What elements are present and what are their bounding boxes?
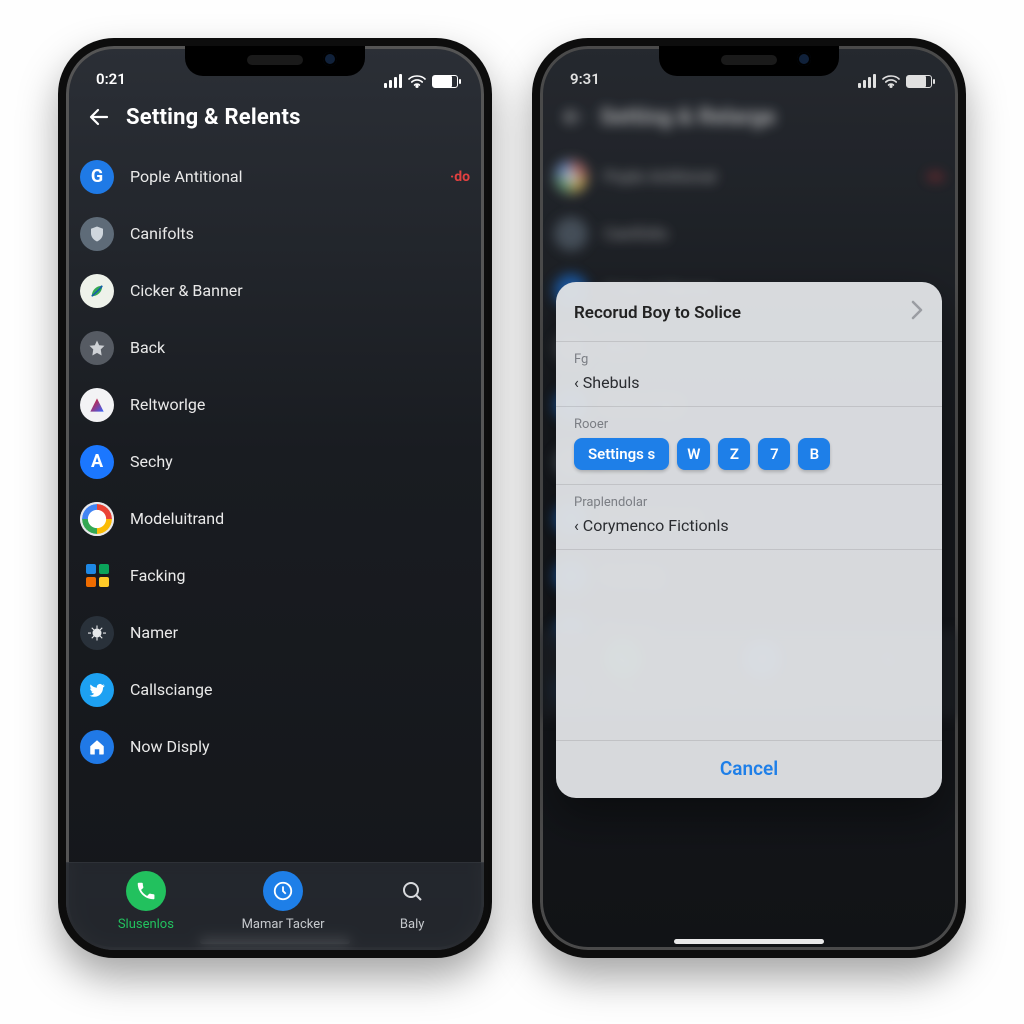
- section-key: Praplendolar: [574, 495, 924, 510]
- status-time: 0:21: [96, 70, 126, 88]
- tab-label: Slusenlos: [118, 917, 174, 932]
- list-item[interactable]: Modeluitrand: [80, 490, 470, 547]
- list-item-label: Callsciange: [130, 680, 470, 699]
- list-item-label: Cicker & Banner: [130, 281, 470, 300]
- list-item[interactable]: G Pople Antitional ·do: [80, 148, 470, 205]
- star-icon: [80, 331, 114, 365]
- chip-settings[interactable]: Settings s: [574, 438, 669, 470]
- action-sheet: Recorud Boy to Solice Fg ‹ Shebuls Rooer…: [556, 282, 942, 798]
- house-icon: [80, 730, 114, 764]
- list-item-label: Pople Antitional: [130, 167, 440, 186]
- appstore-icon: A: [80, 445, 114, 479]
- tab-bar: Slusenlos Mamar Tacker Baly: [66, 862, 484, 950]
- list-item[interactable]: Reltworlge: [80, 376, 470, 433]
- section-key: Fg: [574, 352, 924, 367]
- list-item-label: Facking: [130, 566, 470, 585]
- list-item[interactable]: Canifolts: [80, 205, 470, 262]
- section-key: Rooer: [574, 417, 924, 432]
- chrome-icon: [80, 502, 114, 536]
- sheet-section[interactable]: Fg ‹ Shebuls: [556, 342, 942, 407]
- phone-left: 0:21 Setting & Relents G Pople Antitiona…: [58, 38, 492, 958]
- search-icon: [392, 871, 432, 911]
- sheet-section: Rooer Settings s W Z 7 B: [556, 407, 942, 485]
- list-item-label: Canifolts: [130, 224, 470, 243]
- chip-b[interactable]: B: [798, 438, 830, 470]
- sheet-section[interactable]: Praplendolar ‹ Corymenco Fictionls: [556, 485, 942, 550]
- triangle-icon: [80, 388, 114, 422]
- bird-icon: [80, 673, 114, 707]
- list-item[interactable]: Now Disply: [80, 718, 470, 775]
- status-bar: 0:21: [66, 46, 484, 90]
- notch-speaker: [247, 55, 303, 65]
- chip-7[interactable]: 7: [758, 438, 790, 470]
- tab-timer[interactable]: Mamar Tacker: [242, 871, 325, 932]
- chevron-right-icon: [910, 300, 924, 325]
- tab-search[interactable]: Baly: [392, 871, 432, 932]
- arrow-left-icon: [87, 105, 111, 129]
- chip-row: Settings s W Z 7 B: [574, 438, 924, 470]
- status-indicators: [384, 74, 458, 88]
- list-item[interactable]: Cicker & Banner: [80, 262, 470, 319]
- chip-w[interactable]: W: [677, 438, 710, 470]
- signal-icon: [384, 74, 402, 88]
- list-item[interactable]: Facking: [80, 547, 470, 604]
- cancel-button[interactable]: Cancel: [556, 740, 942, 798]
- phone-right: 9:31 Setting & Relarge Pople Antitional·…: [532, 38, 966, 958]
- list-item[interactable]: Callsciange: [80, 661, 470, 718]
- page-header: Setting & Relents: [66, 90, 484, 148]
- wifi-icon: [408, 74, 426, 88]
- list-item-badge: ·do: [450, 169, 470, 185]
- list-item[interactable]: A Sechy: [80, 433, 470, 490]
- list-item[interactable]: Back: [80, 319, 470, 376]
- settings-list: G Pople Antitional ·do Canifolts Cicker …: [66, 148, 484, 775]
- chip-z[interactable]: Z: [718, 438, 750, 470]
- bug-icon: [80, 616, 114, 650]
- shield-icon: [80, 217, 114, 251]
- list-item-label: Back: [130, 338, 470, 357]
- phone-icon: [126, 871, 166, 911]
- section-value: ‹ Shebuls: [574, 373, 924, 392]
- home-indicator[interactable]: [674, 939, 824, 944]
- list-item-label: Reltworlge: [130, 395, 470, 414]
- sheet-spacer: [556, 550, 942, 740]
- list-item-label: Sechy: [130, 452, 470, 471]
- notch-speaker: [721, 55, 777, 65]
- globe-icon: G: [80, 160, 114, 194]
- sheet-header[interactable]: Recorud Boy to Solice: [556, 282, 942, 342]
- list-item-label: Namer: [130, 623, 470, 642]
- notch-camera-icon: [797, 52, 811, 66]
- list-item-label: Now Disply: [130, 737, 470, 756]
- back-button[interactable]: [86, 104, 112, 130]
- list-item[interactable]: Namer: [80, 604, 470, 661]
- leaf-icon: [80, 274, 114, 308]
- stage: 0:21 Setting & Relents G Pople Antitiona…: [0, 0, 1024, 958]
- battery-icon: [432, 75, 458, 88]
- sheet-title: Recorud Boy to Solice: [574, 303, 741, 323]
- tab-calls[interactable]: Slusenlos: [118, 871, 174, 932]
- tiles-icon: [80, 559, 114, 593]
- tab-label: Baly: [400, 917, 424, 932]
- list-item-label: Modeluitrand: [130, 509, 470, 528]
- notch-camera-icon: [323, 52, 337, 66]
- section-value: ‹ Corymenco Fictionls: [574, 516, 924, 535]
- clock-icon: [263, 871, 303, 911]
- page-title: Setting & Relents: [126, 105, 301, 130]
- tab-label: Mamar Tacker: [242, 917, 325, 932]
